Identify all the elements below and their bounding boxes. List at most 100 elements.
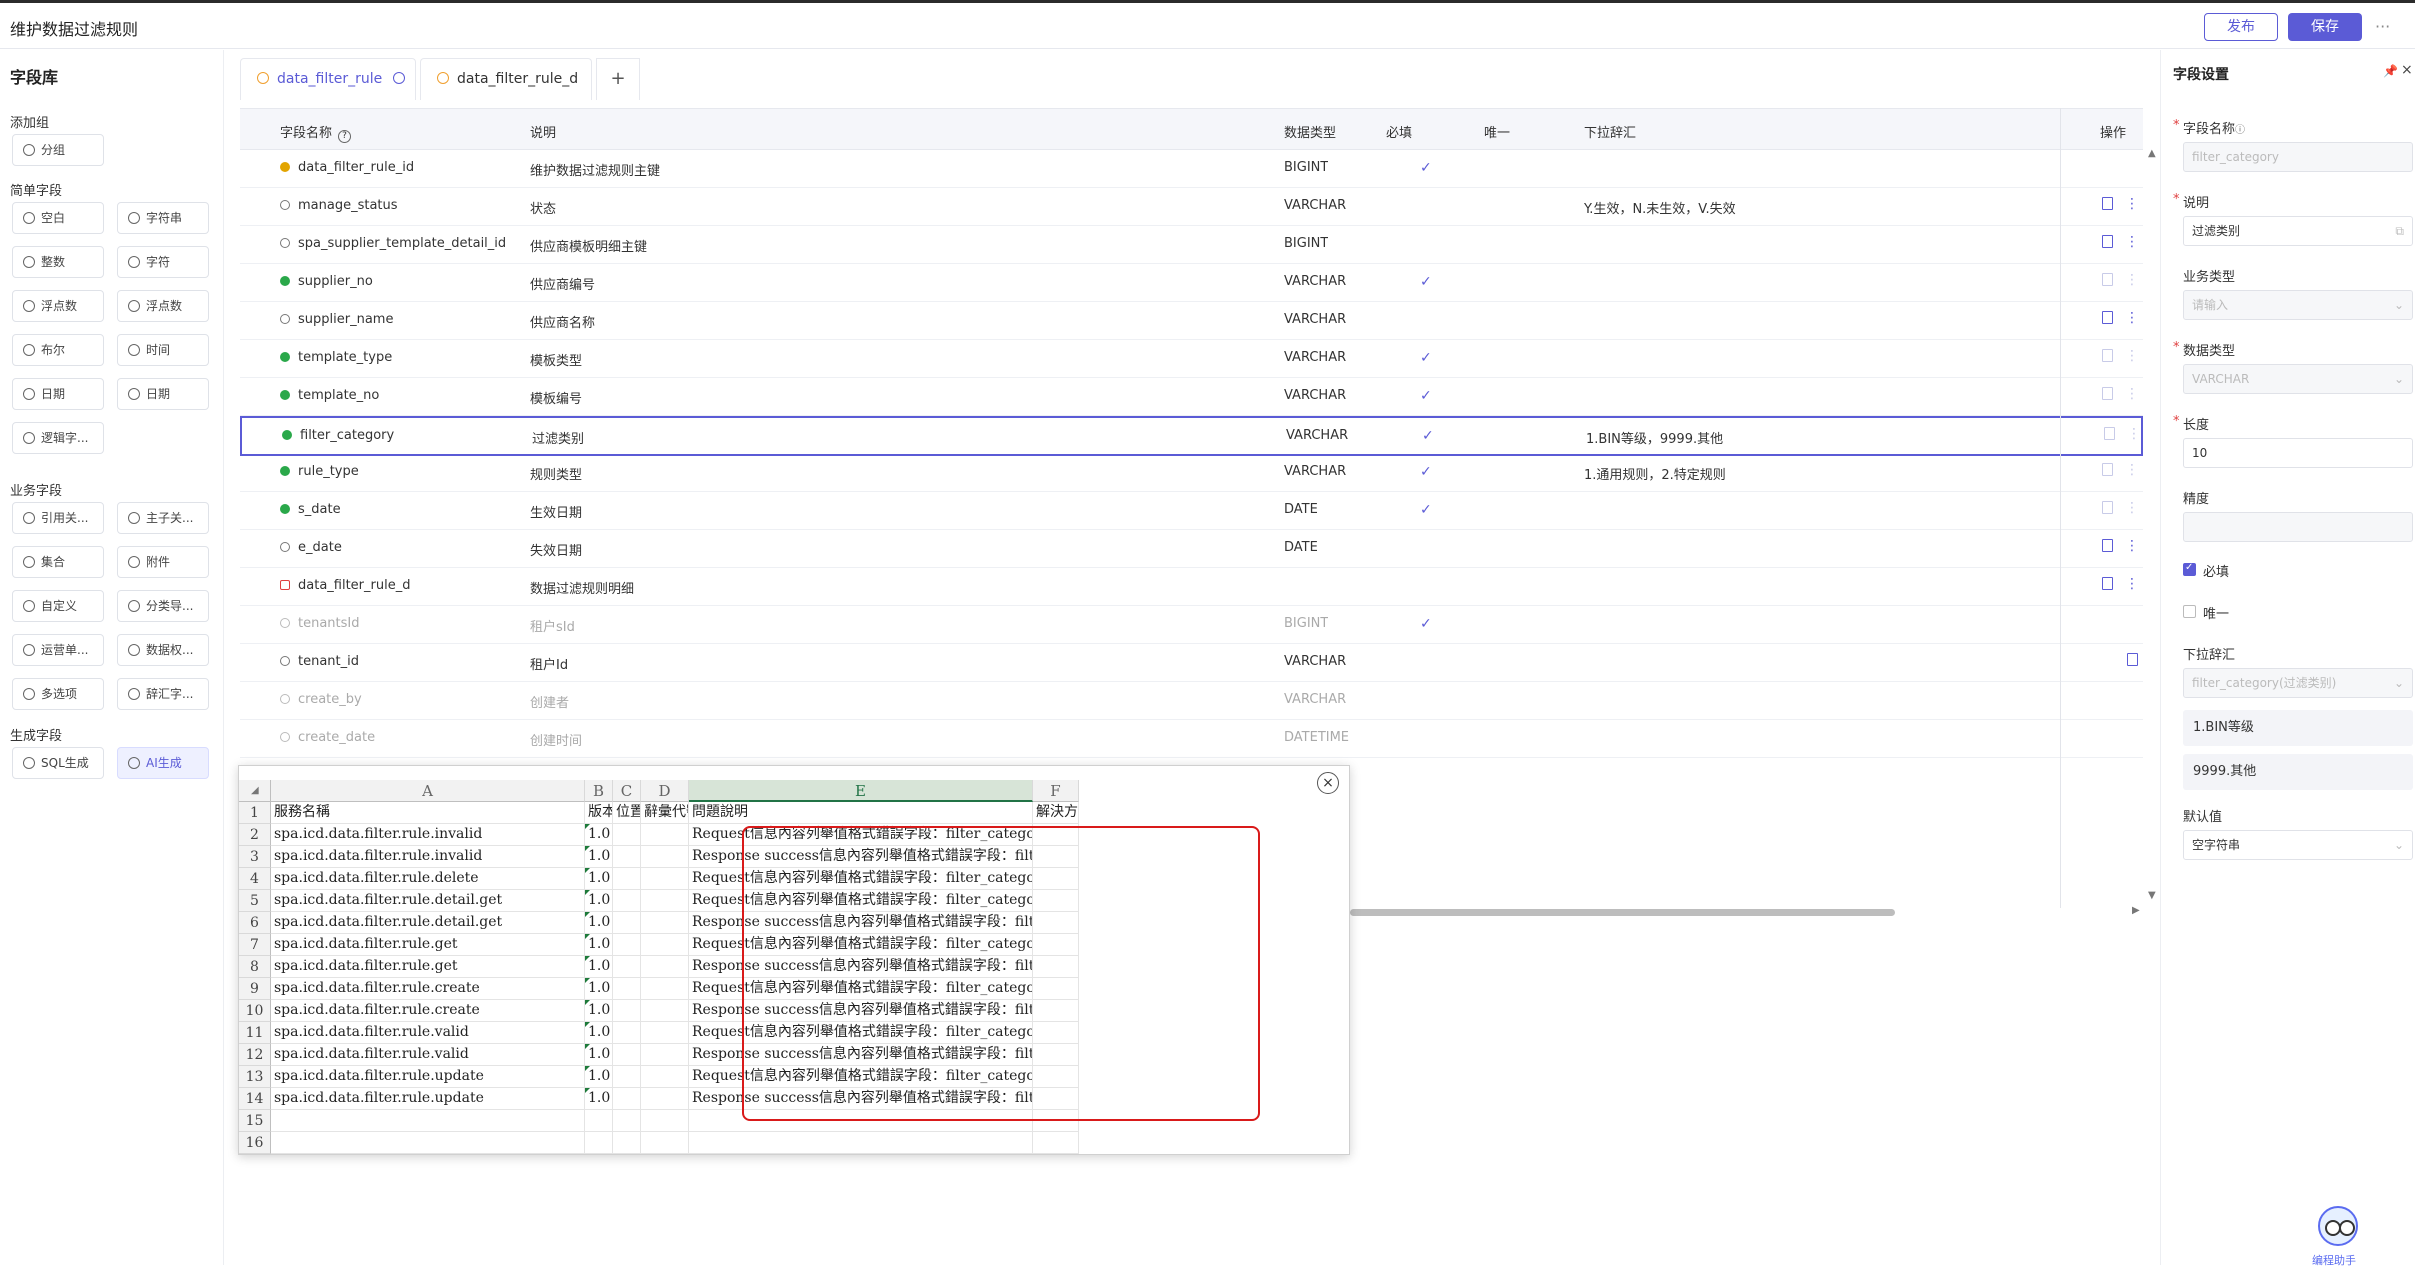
column-header[interactable]: D xyxy=(641,780,689,802)
row-header[interactable]: 5 xyxy=(239,890,271,912)
desc-input[interactable]: 过滤类别 ⧉ xyxy=(2183,216,2413,246)
sheet-cell[interactable]: spa.icd.data.filter.rule.valid xyxy=(271,1022,585,1044)
sheet-cell[interactable]: 1.0 xyxy=(585,868,613,890)
sheet-cell[interactable]: 解決方案 xyxy=(1033,802,1079,824)
more-menu-icon[interactable]: ··· xyxy=(2375,17,2390,36)
delete-icon[interactable] xyxy=(2102,387,2113,400)
row-header[interactable]: 13 xyxy=(239,1066,271,1088)
sheet-cell[interactable]: spa.icd.data.filter.rule.update xyxy=(271,1066,585,1088)
row-header[interactable]: 16 xyxy=(239,1132,271,1154)
drag-handle-icon[interactable]: ⋮⋮ xyxy=(2125,310,2143,326)
table-row[interactable]: tenantsId 租户sId BIGINT ✓ xyxy=(240,606,2143,644)
sheet-cell[interactable]: 1.0 xyxy=(585,934,613,956)
sheet-cell[interactable] xyxy=(613,890,641,912)
drag-handle-icon[interactable]: ⋮⋮ xyxy=(2127,426,2143,442)
dict-select[interactable]: filter_category(过滤类别) ⌄ xyxy=(2183,668,2413,698)
row-header[interactable]: 8 xyxy=(239,956,271,978)
sheet-cell[interactable] xyxy=(613,1022,641,1044)
sheet-cell[interactable]: 1.0 xyxy=(585,1044,613,1066)
field-chip[interactable]: 数据权... xyxy=(117,634,209,666)
tab-data-filter-rule-d[interactable]: data_filter_rule_d xyxy=(420,58,592,100)
tab-data-filter-rule[interactable]: data_filter_rule xyxy=(240,58,416,100)
drag-handle-icon[interactable]: ⋮⋮ xyxy=(2125,538,2143,554)
table-row[interactable]: s_date 生效日期 DATE ✓ ⋮⋮ xyxy=(240,492,2143,530)
sheet-cell[interactable] xyxy=(641,978,689,1000)
sheet-cell[interactable]: spa.icd.data.filter.rule.create xyxy=(271,978,585,1000)
row-header[interactable]: 10 xyxy=(239,1000,271,1022)
sheet-cell[interactable] xyxy=(641,1066,689,1088)
table-row[interactable]: supplier_no 供应商编号 VARCHAR ✓ ⋮⋮ xyxy=(240,264,2143,302)
sheet-cell[interactable] xyxy=(641,890,689,912)
field-chip[interactable]: 浮点数 xyxy=(12,290,104,322)
sheet-cell[interactable] xyxy=(641,912,689,934)
field-chip[interactable]: 布尔 xyxy=(12,334,104,366)
sheet-cell[interactable] xyxy=(641,956,689,978)
translate-icon[interactable]: ⧉ xyxy=(2395,217,2404,245)
sheet-cell[interactable] xyxy=(613,978,641,1000)
delete-icon[interactable] xyxy=(2102,311,2113,324)
sheet-cell[interactable] xyxy=(641,1110,689,1132)
sheet-cell[interactable] xyxy=(641,934,689,956)
sheet-cell[interactable]: spa.icd.data.filter.rule.update xyxy=(271,1088,585,1110)
sheet-cell[interactable]: 1.0 xyxy=(585,1022,613,1044)
row-header[interactable]: 9 xyxy=(239,978,271,1000)
select-all-corner[interactable]: ◢ xyxy=(239,780,271,802)
sheet-cell[interactable]: spa.icd.data.filter.rule.delete xyxy=(271,868,585,890)
sheet-cell[interactable] xyxy=(1033,1132,1079,1154)
assistant-owl-icon[interactable] xyxy=(2318,1206,2358,1246)
sheet-cell[interactable] xyxy=(613,934,641,956)
field-chip[interactable]: AI生成 xyxy=(117,747,209,779)
field-chip[interactable]: 辞汇字... xyxy=(117,678,209,710)
drag-handle-icon[interactable]: ⋮⋮ xyxy=(2125,462,2143,478)
table-row[interactable]: filter_category 过滤类别 VARCHAR ✓ 1.BIN等级，9999.… xyxy=(240,416,2143,456)
column-header[interactable]: F xyxy=(1033,780,1079,802)
horizontal-scrollbar[interactable] xyxy=(1350,909,1895,916)
row-header[interactable]: 2 xyxy=(239,824,271,846)
field-chip[interactable]: SQL生成 xyxy=(12,747,104,779)
sheet-cell[interactable] xyxy=(613,1110,641,1132)
sheet-cell[interactable] xyxy=(613,846,641,868)
sheet-cell[interactable] xyxy=(613,1066,641,1088)
table-row[interactable]: data_filter_rule_d 数据过滤规则明细 ⋮⋮ xyxy=(240,568,2143,606)
sheet-cell[interactable]: spa.icd.data.filter.rule.create xyxy=(271,1000,585,1022)
sheet-cell[interactable] xyxy=(641,846,689,868)
column-header[interactable]: E xyxy=(689,780,1033,802)
unique-checkbox[interactable] xyxy=(2183,605,2196,618)
sheet-cell[interactable] xyxy=(641,868,689,890)
table-row[interactable]: data_filter_rule_id 维护数据过滤规则主键 BIGINT ✓ xyxy=(240,150,2143,188)
field-chip[interactable]: 字符 xyxy=(117,246,209,278)
scroll-up-icon[interactable]: ▲ xyxy=(2148,148,2156,159)
sheet-cell[interactable] xyxy=(641,1132,689,1154)
sheet-cell[interactable]: 1.0 xyxy=(585,890,613,912)
row-header[interactable]: 15 xyxy=(239,1110,271,1132)
sheet-cell[interactable] xyxy=(271,1110,585,1132)
gear-icon[interactable] xyxy=(392,72,405,84)
data-type-select[interactable]: VARCHAR ⌄ xyxy=(2183,364,2413,394)
sheet-cell[interactable]: 問題說明 xyxy=(689,802,1033,824)
sheet-cell[interactable]: 1.0 xyxy=(585,1088,613,1110)
table-row[interactable]: rule_type 规则类型 VARCHAR ✓ 1.通用规则，2.特定规则 ⋮⋮ xyxy=(240,454,2143,492)
column-header[interactable]: C xyxy=(613,780,641,802)
sheet-cell[interactable] xyxy=(641,1022,689,1044)
delete-icon[interactable] xyxy=(2104,427,2115,440)
table-row[interactable]: template_no 模板编号 VARCHAR ✓ ⋮⋮ xyxy=(240,378,2143,416)
drag-handle-icon[interactable]: ⋮⋮ xyxy=(2125,576,2143,592)
help-icon[interactable]: ⓘ xyxy=(2235,125,2245,136)
sheet-cell[interactable]: spa.icd.data.filter.rule.detail.get xyxy=(271,890,585,912)
sheet-cell[interactable]: 1.0 xyxy=(585,956,613,978)
sheet-cell[interactable] xyxy=(641,824,689,846)
row-header[interactable]: 4 xyxy=(239,868,271,890)
sheet-cell[interactable] xyxy=(613,1132,641,1154)
sheet-cell[interactable] xyxy=(613,912,641,934)
sheet-cell[interactable]: 1.0 xyxy=(585,824,613,846)
field-chip[interactable]: 字符串 xyxy=(117,202,209,234)
sheet-cell[interactable]: spa.icd.data.filter.rule.valid xyxy=(271,1044,585,1066)
drag-handle-icon[interactable]: ⋮⋮ xyxy=(2125,196,2143,212)
length-input[interactable]: 10 xyxy=(2183,438,2413,468)
row-header[interactable]: 14 xyxy=(239,1088,271,1110)
sheet-cell[interactable]: 1.0 xyxy=(585,846,613,868)
sheet-cell[interactable] xyxy=(585,1132,613,1154)
row-header[interactable]: 12 xyxy=(239,1044,271,1066)
table-row[interactable]: tenant_id 租户Id VARCHAR xyxy=(240,644,2143,682)
delete-icon[interactable] xyxy=(2127,653,2138,666)
